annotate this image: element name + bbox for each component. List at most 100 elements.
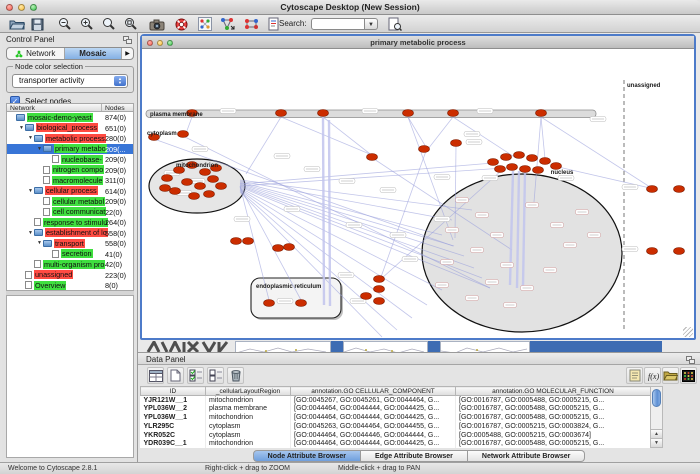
network-window-titlebar[interactable]: primary metabolic process bbox=[142, 36, 694, 49]
network-node[interactable] bbox=[208, 176, 219, 183]
tree-row[interactable]: secretion41(0) bbox=[7, 249, 133, 260]
unselect-attributes-icon[interactable] bbox=[207, 367, 224, 384]
tree-expand-icon[interactable]: ▼ bbox=[27, 135, 34, 141]
network-node[interactable] bbox=[273, 245, 284, 252]
tree-row[interactable]: nucleobase-209(0) bbox=[7, 154, 133, 165]
network-node[interactable] bbox=[403, 110, 414, 117]
formula-builder-icon[interactable]: f(x) bbox=[644, 367, 661, 384]
tab-network-attribute-browser[interactable]: Network Attribute Browser bbox=[468, 450, 585, 462]
tree-expand-icon[interactable]: ▼ bbox=[18, 125, 25, 131]
network-node[interactable] bbox=[647, 186, 658, 193]
table-column-header[interactable]: _cellularLayoutRegion bbox=[206, 387, 291, 396]
attribute-matrix-icon[interactable] bbox=[680, 367, 697, 384]
network-overview-icon[interactable] bbox=[196, 16, 214, 32]
delete-attribute-icon[interactable] bbox=[227, 367, 244, 384]
network-node[interactable] bbox=[674, 186, 685, 193]
network-node[interactable] bbox=[296, 300, 307, 307]
zoom-in-icon[interactable] bbox=[78, 16, 96, 32]
search-input[interactable] bbox=[311, 18, 365, 30]
network-node[interactable] bbox=[674, 248, 685, 255]
tree-row[interactable]: cell communicat22(0) bbox=[7, 207, 133, 218]
network-node[interactable] bbox=[243, 238, 254, 245]
network-node[interactable] bbox=[160, 185, 171, 192]
scrollbar-thumb[interactable] bbox=[652, 389, 661, 407]
tree-row[interactable]: macromolecule311(0) bbox=[7, 175, 133, 186]
network-node[interactable] bbox=[448, 110, 459, 117]
tab-node-attribute-browser[interactable]: Node Attribute Browser bbox=[253, 450, 361, 462]
apply-layout-b-icon[interactable] bbox=[242, 16, 260, 32]
import-attributes-icon[interactable] bbox=[662, 367, 679, 384]
tab-mosaic[interactable]: Mosaic bbox=[65, 48, 123, 59]
tree-expand-icon[interactable]: ▼ bbox=[27, 230, 34, 236]
tree-row[interactable]: ▼establishment of lo558(0) bbox=[7, 228, 133, 239]
network-node[interactable] bbox=[374, 286, 385, 293]
snapshot-camera-icon[interactable] bbox=[148, 16, 166, 32]
network-node[interactable] bbox=[374, 298, 385, 305]
network-node[interactable] bbox=[189, 193, 200, 200]
save-session-icon[interactable] bbox=[28, 16, 46, 32]
tree-row[interactable]: ▼primary metabo209(... bbox=[7, 144, 133, 155]
network-node[interactable] bbox=[533, 167, 544, 174]
open-session-icon[interactable] bbox=[8, 16, 26, 32]
network-node[interactable] bbox=[231, 238, 242, 245]
network-node[interactable] bbox=[276, 110, 287, 117]
tree-row[interactable]: nitrogen compo209(0) bbox=[7, 165, 133, 176]
tree-row[interactable]: ▼cellular process614(0) bbox=[7, 186, 133, 197]
tree-row[interactable]: multi-organism pro42(0) bbox=[7, 259, 133, 270]
table-row[interactable]: YKR052Ccytoplasm[GO:0044464, GO:0044446,… bbox=[141, 431, 651, 440]
tree-expand-icon[interactable]: ▼ bbox=[36, 146, 43, 152]
table-row[interactable]: YPL036W__2plasma membrane[GO:0044464, GO… bbox=[141, 404, 651, 413]
network-canvas[interactable]: plasma membrane cytoplasm mitochondrion … bbox=[142, 50, 694, 338]
filter-search-icon[interactable] bbox=[386, 16, 404, 32]
zoom-selected-icon[interactable] bbox=[100, 16, 118, 32]
table-row[interactable]: YJR121W__1mitochondrion[GO:0045267, GO:0… bbox=[141, 396, 651, 405]
combo-stepper-icon[interactable]: ▲▼ bbox=[114, 76, 126, 86]
tree-row[interactable]: ▼biological_process651(0) bbox=[7, 123, 133, 134]
network-node[interactable] bbox=[170, 188, 181, 195]
network-node[interactable] bbox=[551, 163, 562, 170]
tree-expand-icon[interactable]: ▼ bbox=[36, 240, 43, 246]
network-node[interactable] bbox=[318, 110, 329, 117]
network-node[interactable] bbox=[200, 169, 211, 176]
zoom-out-icon[interactable] bbox=[56, 16, 74, 32]
zoom-fit-icon[interactable] bbox=[122, 16, 140, 32]
tab-edge-attribute-browser[interactable]: Edge Attribute Browser bbox=[361, 450, 468, 462]
scroll-down-icon[interactable]: ▼ bbox=[651, 438, 662, 447]
tab-network[interactable]: Network bbox=[7, 48, 65, 59]
network-node[interactable] bbox=[536, 110, 547, 117]
new-attribute-icon[interactable] bbox=[167, 367, 184, 384]
select-attributes-icon[interactable] bbox=[187, 367, 204, 384]
network-node[interactable] bbox=[501, 154, 512, 161]
table-column-header[interactable]: annotation.GO MOLECULAR_FUNCTION bbox=[456, 387, 651, 396]
background-window[interactable] bbox=[440, 341, 530, 352]
network-node[interactable] bbox=[419, 146, 430, 153]
node-color-combobox[interactable]: transporter activity ▲▼ bbox=[12, 74, 128, 88]
network-node[interactable] bbox=[216, 183, 227, 190]
table-column-header[interactable]: ID bbox=[141, 387, 206, 396]
network-node[interactable] bbox=[374, 276, 385, 283]
network-node[interactable] bbox=[361, 293, 372, 300]
tree-row[interactable]: response to stimulu264(0) bbox=[7, 217, 133, 228]
tree-expand-icon[interactable]: ▼ bbox=[27, 188, 34, 194]
network-node[interactable] bbox=[540, 158, 551, 165]
tree-row[interactable]: unassigned223(0) bbox=[7, 270, 133, 281]
network-node[interactable] bbox=[507, 164, 518, 171]
table-column-header[interactable]: annotation.GO CELLULAR_COMPONENT bbox=[291, 387, 456, 396]
tree-row[interactable]: mosaic-demo-yeast874(0) bbox=[7, 112, 133, 123]
network-node[interactable] bbox=[195, 183, 206, 190]
network-node[interactable] bbox=[284, 244, 295, 251]
tree-row[interactable]: cellular metabol209(0) bbox=[7, 196, 133, 207]
attribute-editor-icon[interactable] bbox=[626, 367, 643, 384]
network-node[interactable] bbox=[647, 248, 658, 255]
table-scrollbar[interactable]: ▲ ▼ bbox=[650, 386, 663, 448]
table-row[interactable]: YPL036W__1mitochondrion[GO:0044464, GO:0… bbox=[141, 413, 651, 422]
window-resize-grip[interactable] bbox=[683, 327, 693, 337]
network-node[interactable] bbox=[527, 155, 538, 162]
network-node[interactable] bbox=[520, 166, 531, 173]
network-node[interactable] bbox=[204, 191, 215, 198]
float-panel-icon[interactable] bbox=[686, 356, 695, 364]
search-dropdown-arrow-icon[interactable]: ▼ bbox=[365, 18, 378, 30]
table-row[interactable]: YLR295Ccytoplasm[GO:0045263, GO:0044464,… bbox=[141, 422, 651, 431]
table-row[interactable]: YDR039C__1mitochondrion[GO:0044464, GO:0… bbox=[141, 439, 651, 448]
network-node[interactable] bbox=[178, 131, 189, 138]
